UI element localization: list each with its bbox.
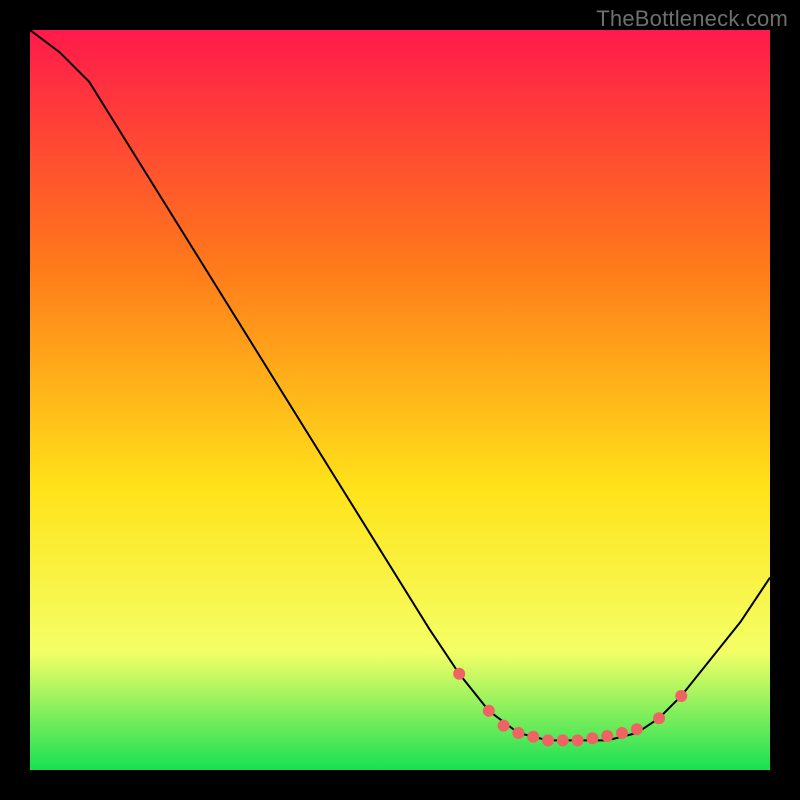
marker-dot [542, 734, 554, 746]
marker-dot [653, 712, 665, 724]
marker-dot [572, 734, 584, 746]
marker-dot [453, 668, 465, 680]
marker-dot [586, 732, 598, 744]
marker-dot [483, 705, 495, 717]
marker-dot [512, 727, 524, 739]
marker-dot [616, 727, 628, 739]
marker-dot [498, 720, 510, 732]
chart-svg [30, 30, 770, 770]
chart-frame: TheBottleneck.com [0, 0, 800, 800]
gradient-background [30, 30, 770, 770]
watermark-text: TheBottleneck.com [596, 6, 788, 32]
marker-dot [527, 731, 539, 743]
marker-dot [557, 734, 569, 746]
marker-dot [675, 690, 687, 702]
plot-area [30, 30, 770, 770]
marker-dot [631, 723, 643, 735]
marker-dot [601, 730, 613, 742]
